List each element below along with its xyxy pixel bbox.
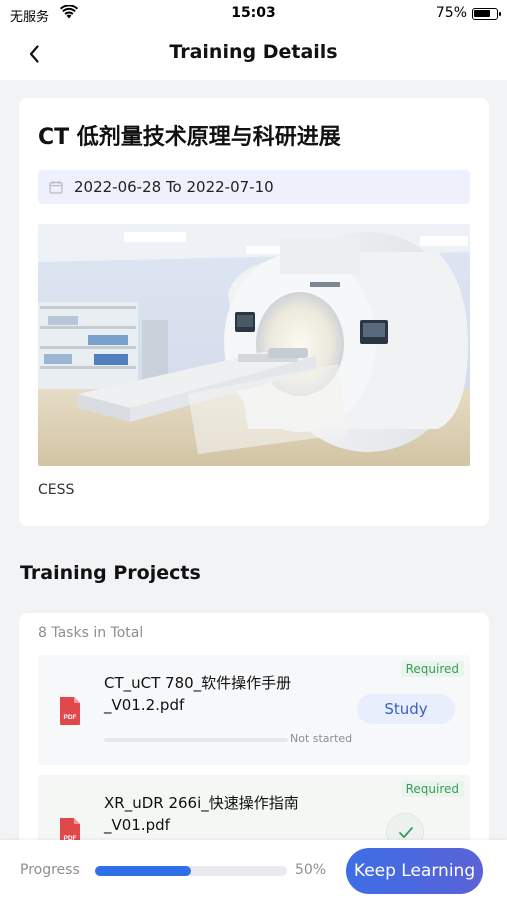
calendar-icon bbox=[49, 181, 63, 194]
date-range-text: 2022-06-28 To 2022-07-10 bbox=[74, 178, 274, 196]
course-title: CT 低剂量技术原理与科研进展 bbox=[38, 125, 341, 150]
task-progress-bar bbox=[104, 738, 288, 742]
overall-progress-bar bbox=[95, 866, 287, 876]
required-badge: Required bbox=[400, 661, 464, 677]
progress-label: Progress bbox=[20, 862, 80, 878]
svg-text:PDF: PDF bbox=[64, 714, 77, 721]
task-status: Not started bbox=[290, 732, 353, 745]
course-source: CESS bbox=[38, 482, 75, 498]
task-count: 8 Tasks in Total bbox=[38, 625, 144, 641]
overall-progress-value: 50% bbox=[295, 862, 327, 878]
overall-progress-fill bbox=[95, 866, 191, 876]
bottom-bar: Progress 50% Keep Learning bbox=[0, 840, 507, 900]
required-badge: Required bbox=[400, 781, 464, 797]
status-bar: 无服务 15:03 75% bbox=[0, 0, 507, 28]
task-file-name: CT_uCT 780_软件操作手册_V01.2.pdf bbox=[104, 674, 292, 714]
navigation-bar: Training Details bbox=[0, 28, 507, 80]
task-file-name: XR_uDR 266i_快速操作指南_V01.pdf bbox=[104, 794, 299, 834]
checkmark-icon bbox=[399, 827, 413, 838]
keep-learning-button[interactable]: Keep Learning bbox=[346, 848, 483, 894]
battery-icon bbox=[472, 8, 501, 20]
clock: 15:03 bbox=[231, 5, 276, 21]
pdf-icon: PDF bbox=[60, 697, 80, 725]
date-range: 2022-06-28 To 2022-07-10 bbox=[38, 170, 470, 204]
battery-percentage: 75% bbox=[435, 5, 467, 21]
course-cover-image bbox=[38, 224, 470, 466]
page-title: Training Details bbox=[169, 41, 338, 63]
course-detail-card: CT 低剂量技术原理与科研进展 2022-06-28 To 2022-07-10 bbox=[19, 98, 489, 526]
task-item[interactable]: Required PDF CT_uCT 780_软件操作手册_V01.2.pdf… bbox=[38, 655, 470, 765]
study-button[interactable]: Study bbox=[357, 694, 455, 724]
section-title: Training Projects bbox=[20, 562, 201, 584]
